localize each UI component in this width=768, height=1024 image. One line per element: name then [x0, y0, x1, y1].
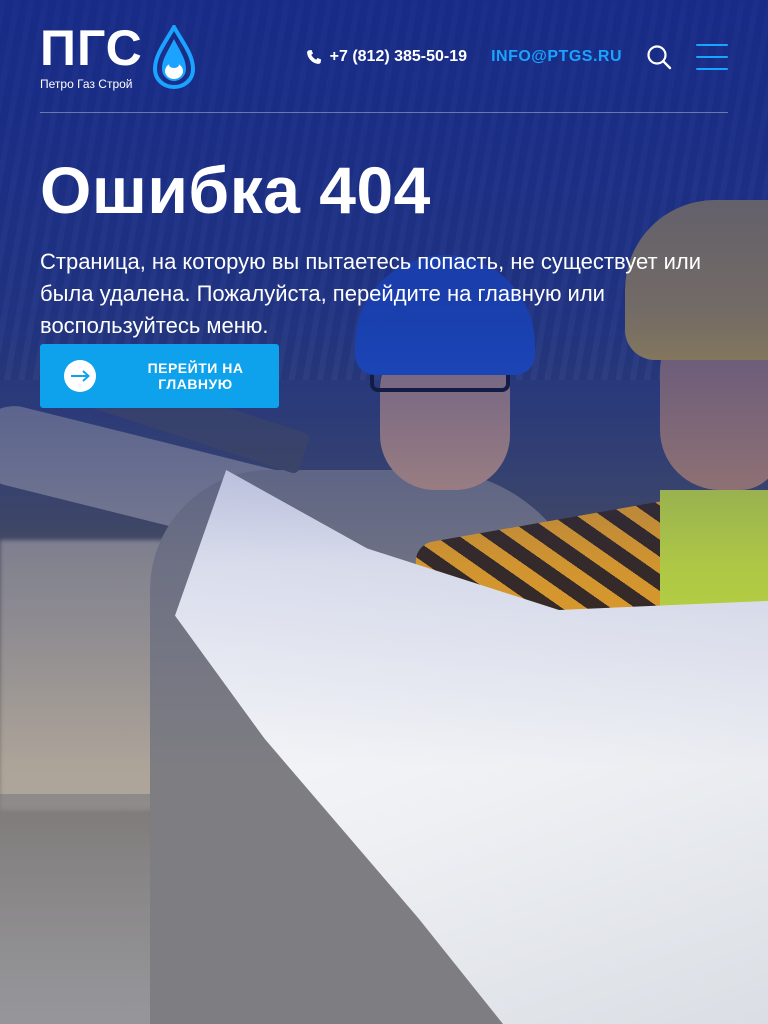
phone-number: +7 (812) 385-50-19 [329, 48, 468, 65]
arrow-right-icon [64, 360, 96, 392]
go-home-label: ПЕРЕЙТИ НА ГЛАВНУЮ [147, 360, 244, 392]
logo-link[interactable]: ПГС Петро Газ Строй [40, 23, 195, 91]
error-description: Страница, на которую вы пытаетесь попаст… [40, 249, 702, 338]
phone-icon [306, 50, 321, 64]
header-divider [40, 112, 728, 113]
phone-link[interactable]: +7 (812) 385-50-19 [306, 48, 467, 66]
email-link[interactable]: INFO@PTGS.RU [491, 48, 622, 66]
logo-subtitle: Петро Газ Строй [40, 77, 133, 91]
gas-flame-logo-icon [152, 25, 195, 89]
site-header: ПГС Петро Газ Строй +7 (812) 385-50-19 I… [40, 22, 728, 92]
page-title: Ошибка 404 [40, 153, 431, 227]
search-icon[interactable] [646, 44, 672, 70]
hamburger-menu-icon[interactable] [696, 44, 728, 70]
go-home-button[interactable]: ПЕРЕЙТИ НА ГЛАВНУЮ [40, 344, 279, 408]
logo-mark: ПГС [40, 20, 143, 76]
